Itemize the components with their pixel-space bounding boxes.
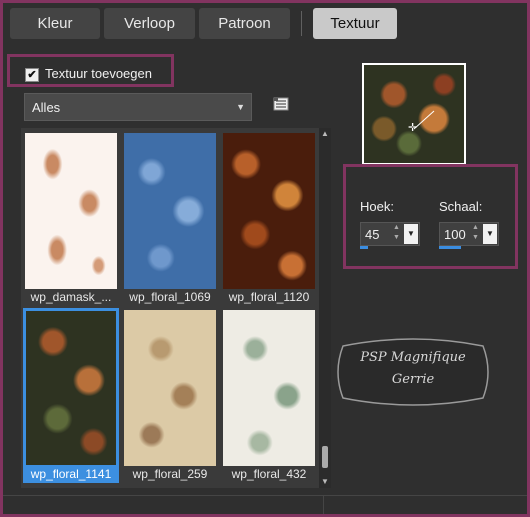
texture-thumbnail [223,310,315,466]
texture-name: wp_damask_... [30,290,112,304]
bottom-vertical-divider [323,496,324,514]
angle-scale-highlight-frame [343,164,518,269]
scroll-up-arrow-icon[interactable]: ▲ [319,128,331,140]
watermark-line1: PSP Magnifique [360,350,466,365]
angle-spinner[interactable]: 45 ▲ ▼ ▼ [360,222,420,246]
texture-thumbnail [124,133,216,289]
scrollbar-thumb[interactable] [322,446,328,468]
scale-label: Schaal: [439,199,483,214]
texture-thumbnail [124,310,216,466]
texture-tile[interactable]: wp_floral_1120 [221,131,317,306]
texture-tile[interactable]: wp_floral_1069 [122,131,218,306]
angle-line-icon [414,110,435,130]
angle-label: Hoek: [360,199,394,214]
scroll-down-arrow-icon[interactable]: ▼ [319,476,331,488]
spinner-dropdown-icon[interactable]: ▼ [483,224,497,244]
spinner-down-icon[interactable]: ▼ [472,234,479,241]
tab-kleur[interactable]: Kleur [10,8,100,39]
texture-checkbox-label[interactable]: Textuur toevoegen [45,66,152,81]
tab-verloop[interactable]: Verloop [104,8,195,39]
texture-grid-scrollbar[interactable]: ▲ ▼ [319,128,331,488]
texture-tile[interactable]: wp_damask_... [23,131,119,306]
browse-textures-icon[interactable] [273,97,289,111]
texture-checkbox[interactable]: ✔ [25,68,39,82]
category-dropdown-value: Alles [32,100,61,115]
watermark-stamp: PSP Magnifique Gerrie [331,336,495,408]
category-dropdown[interactable]: Alles ▼ [24,93,252,121]
spinner-up-icon[interactable]: ▲ [393,224,400,231]
angle-value: 45 [365,227,380,242]
texture-panel: Kleur Verloop Patroon Textuur ✔ Textuur … [3,3,527,514]
texture-thumbnail [26,311,116,465]
angle-slider-indicator[interactable] [360,246,368,249]
scale-spinner[interactable]: 100 ▲ ▼ ▼ [439,222,499,246]
scale-value: 100 [444,227,466,242]
texture-tile-selected[interactable]: wp_floral_1141 [23,308,119,483]
texture-name: wp_floral_432 [231,467,307,481]
scale-slider-indicator[interactable] [439,246,461,249]
tab-separator [301,11,302,36]
tab-patroon[interactable]: Patroon [199,8,290,39]
texture-name: wp_floral_1120 [228,290,310,304]
texture-name: wp_floral_1141 [30,467,112,481]
texture-thumbnail [25,133,117,289]
texture-tile[interactable]: wp_floral_432 [221,308,317,483]
watermark-line2: Gerrie [391,372,435,387]
texture-thumbnail [223,133,315,289]
tab-textuur[interactable]: Textuur [313,8,397,39]
texture-name: wp_floral_1069 [129,290,211,304]
bottom-divider [3,495,527,496]
texture-name: wp_floral_259 [132,467,208,481]
texture-grid: wp_damask_... wp_floral_1069 wp_floral_1… [21,128,319,488]
chevron-down-icon: ▼ [236,102,245,112]
spinner-dropdown-icon[interactable]: ▼ [404,224,418,244]
spinner-down-icon[interactable]: ▼ [393,234,400,241]
texture-tile[interactable]: wp_floral_259 [122,308,218,483]
texture-preview[interactable]: ✛ [362,63,466,165]
spinner-up-icon[interactable]: ▲ [472,224,479,231]
